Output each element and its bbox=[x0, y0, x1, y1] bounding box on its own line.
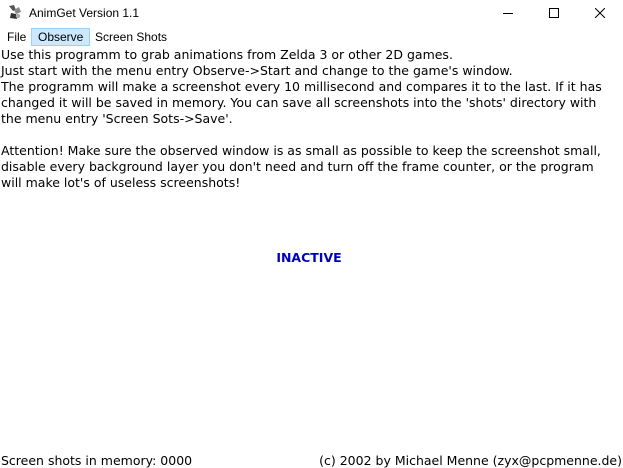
memory-counter: Screen shots in memory: 0000 bbox=[1, 453, 193, 468]
window-title: AnimGet Version 1.1 bbox=[29, 6, 140, 20]
instruction-line: The programm will make a screenshot ever… bbox=[1, 79, 602, 94]
close-icon bbox=[595, 8, 605, 18]
menu-screen-shots[interactable]: Screen Shots bbox=[89, 28, 173, 46]
instruction-line: Just start with the menu entry Observe->… bbox=[1, 63, 513, 78]
attention-line: Attention! Make sure the observed window… bbox=[1, 143, 601, 158]
close-button[interactable] bbox=[577, 0, 623, 26]
attention-line: will make lot's of useless screenshots! bbox=[1, 175, 241, 190]
menu-observe[interactable]: Observe bbox=[31, 28, 91, 46]
title-bar[interactable]: AnimGet Version 1.1 bbox=[0, 0, 623, 26]
instruction-line: Use this programm to grab animations fro… bbox=[1, 47, 453, 62]
maximize-icon bbox=[549, 8, 559, 18]
minimize-icon bbox=[503, 13, 513, 14]
animget-app-icon[interactable] bbox=[7, 4, 23, 20]
menu-bar: File Observe Screen Shots bbox=[0, 27, 623, 47]
copyright-text: (c) 2002 by Michael Menne (zyx@pcpmenne.… bbox=[319, 453, 622, 468]
minimize-button[interactable] bbox=[485, 0, 531, 26]
observe-status: INACTIVE bbox=[276, 250, 342, 265]
menu-file[interactable]: File bbox=[1, 28, 32, 46]
instruction-line: changed it will be saved in memory. You … bbox=[1, 95, 597, 110]
instruction-line: the menu entry 'Screen Sots->Save'. bbox=[1, 111, 233, 126]
instructions-text: Use this programm to grab animations fro… bbox=[0, 47, 623, 191]
app-window: AnimGet Version 1.1 File Observe Screen … bbox=[0, 0, 623, 468]
maximize-button[interactable] bbox=[531, 0, 577, 26]
attention-line: disable every background layer you don't… bbox=[1, 159, 594, 174]
